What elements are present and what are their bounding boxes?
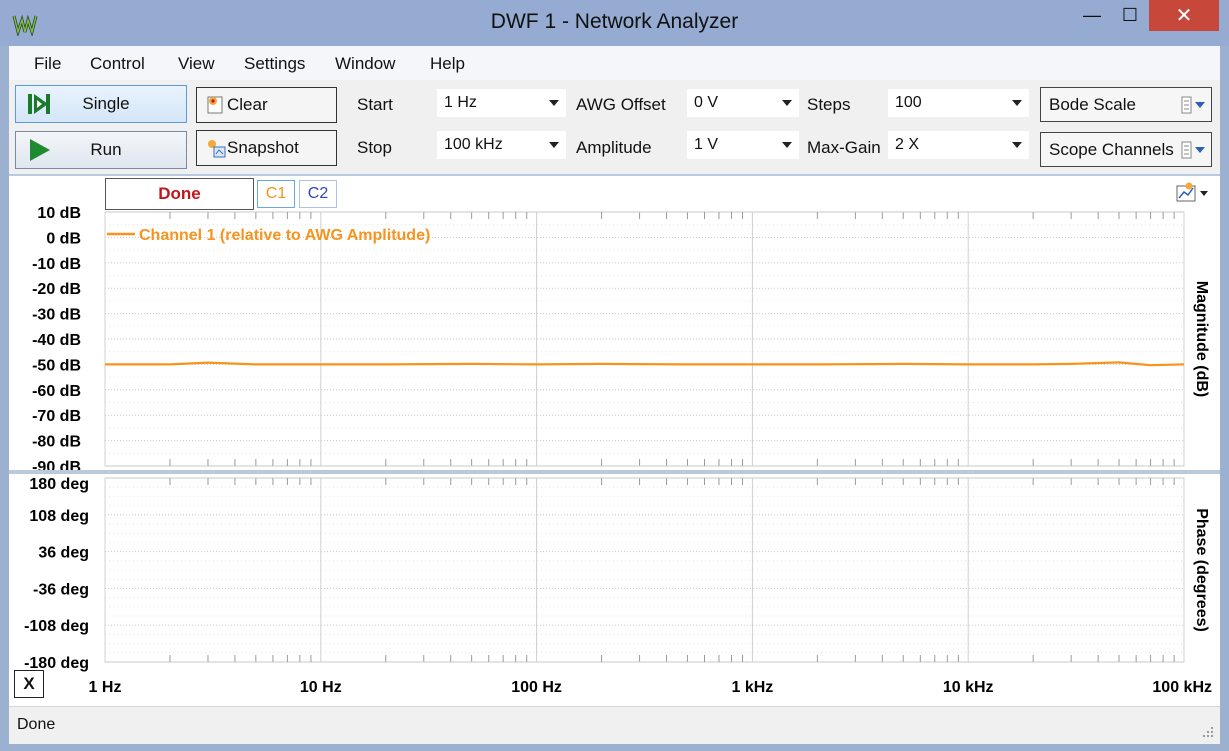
amplitude-combo[interactable]: 1 V (687, 131, 799, 159)
menu-settings[interactable]: Settings (244, 54, 305, 74)
app-window: DWF 1 - Network Analyzer — ☐ ✕ File Cont… (0, 0, 1229, 751)
snapshot-label: Snapshot (227, 138, 299, 157)
scope-channels-button[interactable]: Scope Channels (1040, 132, 1212, 167)
awg-offset-value: 0 V (694, 94, 719, 111)
steps-combo[interactable]: 100 (888, 89, 1029, 117)
magnitude-tick-label: -70 dB (32, 408, 81, 425)
magnitude-panel-frame (104, 211, 1185, 467)
channel-2-toggle[interactable]: C2 (299, 180, 337, 208)
magnitude-tick-label: -20 dB (32, 281, 81, 298)
chevron-down-icon (1012, 100, 1022, 106)
menu-bar: File Control View Settings Window Help (9, 46, 1220, 80)
start-label: Start (357, 95, 393, 114)
single-label: Single (82, 94, 130, 113)
menu-file[interactable]: File (34, 54, 61, 74)
clear-label: Clear (227, 95, 268, 114)
status-bar: Done (9, 706, 1220, 744)
close-button[interactable]: ✕ (1149, 0, 1219, 31)
minimize-button[interactable]: — (1073, 0, 1111, 31)
client-area: File Control View Settings Window Help S… (9, 46, 1220, 744)
single-button[interactable]: Single (15, 85, 187, 123)
awg-offset-combo[interactable]: 0 V (687, 89, 799, 117)
x-tick-label: 1 Hz (89, 679, 122, 696)
x-tick-label: 1 kHz (732, 679, 774, 696)
chevron-down-icon (782, 100, 792, 106)
amplitude-value: 1 V (694, 136, 719, 153)
chevron-down-icon (782, 142, 792, 148)
clear-icon (207, 96, 223, 114)
magnitude-tick-label: 0 dB (46, 230, 81, 247)
bode-scale-label: Bode Scale (1049, 95, 1136, 114)
max-gain-combo[interactable]: 2 X (888, 131, 1029, 159)
snapshot-button[interactable]: Snapshot (196, 130, 337, 166)
snapshot-icon (208, 140, 226, 158)
run-button[interactable]: Run (15, 131, 187, 169)
title-bar[interactable]: DWF 1 - Network Analyzer — ☐ ✕ (0, 0, 1229, 46)
play-icon (22, 133, 56, 167)
phase-panel-frame (104, 477, 1185, 663)
chevron-down-icon (549, 142, 559, 148)
single-step-icon (22, 87, 56, 121)
x-tick-label: 100 kHz (1152, 679, 1212, 696)
phase-axis-label: Phase (degrees) (1193, 508, 1210, 632)
legend-label: Channel 1 (relative to AWG Amplitude) (139, 227, 430, 244)
channel-1-toggle[interactable]: C1 (257, 180, 295, 208)
chevron-down-icon (549, 100, 559, 106)
phase-tick-label: 36 deg (38, 545, 89, 562)
menu-view[interactable]: View (178, 54, 215, 74)
phase-tick-label: 108 deg (29, 508, 89, 525)
menu-help[interactable]: Help (430, 54, 465, 74)
magnitude-tick-label: -50 dB (32, 357, 81, 374)
phase-tick-label: -36 deg (33, 581, 89, 598)
magnitude-tick-label: -80 dB (32, 434, 81, 451)
magnitude-axis-label: Magnitude (dB) (1193, 281, 1210, 397)
magnitude-tick-label: -40 dB (32, 332, 81, 349)
menu-control[interactable]: Control (90, 54, 145, 74)
phase-tick-label: 180 deg (29, 476, 89, 493)
stop-label: Stop (357, 138, 392, 157)
start-combo[interactable]: 1 Hz (437, 89, 566, 117)
acquisition-status: Done (105, 178, 254, 210)
magnitude-tick-label: -10 dB (32, 256, 81, 273)
chevron-down-icon (1012, 142, 1022, 148)
steps-value: 100 (895, 94, 922, 111)
resize-grip-icon[interactable] (1202, 726, 1214, 738)
plot-options-icon[interactable] (1175, 182, 1209, 204)
start-value: 1 Hz (444, 94, 477, 111)
scope-channels-label: Scope Channels (1049, 140, 1174, 159)
plot-panel: 10 dB 0 dB -10 dB -20 dB -30 dB -40 dB -50 dB -… (9, 174, 1220, 706)
dropdown-menu-icon (1181, 141, 1205, 159)
max-gain-value: 2 X (895, 136, 920, 153)
steps-label: Steps (807, 95, 851, 114)
x-tick-label: 10 Hz (300, 679, 342, 696)
x-tick-label: 100 Hz (511, 679, 562, 696)
x-tick-label: 10 kHz (943, 679, 994, 696)
toolbar: Single Run Clear Snapshot Start 1 Hz Sto… (9, 80, 1220, 174)
bode-plot[interactable]: 10 dB 0 dB -10 dB -20 dB -30 dB -40 dB -50 dB -… (9, 176, 1220, 706)
status-text: Done (17, 716, 56, 733)
magnitude-tick-label: 10 dB (37, 205, 81, 222)
maximize-button[interactable]: ☐ (1111, 0, 1149, 31)
awg-offset-label: AWG Offset (576, 95, 666, 114)
run-label: Run (90, 140, 122, 159)
magnitude-tick-label: -60 dB (32, 383, 81, 400)
phase-tick-label: -108 deg (24, 618, 89, 635)
stop-value: 100 kHz (444, 136, 503, 153)
menu-window[interactable]: Window (335, 54, 395, 74)
x-axis-button[interactable]: X (14, 670, 44, 698)
stop-combo[interactable]: 100 kHz (437, 131, 566, 159)
amplitude-label: Amplitude (576, 138, 652, 157)
clear-button[interactable]: Clear (196, 87, 337, 123)
window-title: DWF 1 - Network Analyzer (490, 10, 739, 33)
panel-separator (9, 470, 1220, 474)
magnitude-tick-label: -30 dB (32, 307, 81, 324)
dropdown-menu-icon (1181, 96, 1205, 114)
bode-scale-button[interactable]: Bode Scale (1040, 87, 1212, 122)
max-gain-label: Max-Gain (807, 138, 881, 157)
